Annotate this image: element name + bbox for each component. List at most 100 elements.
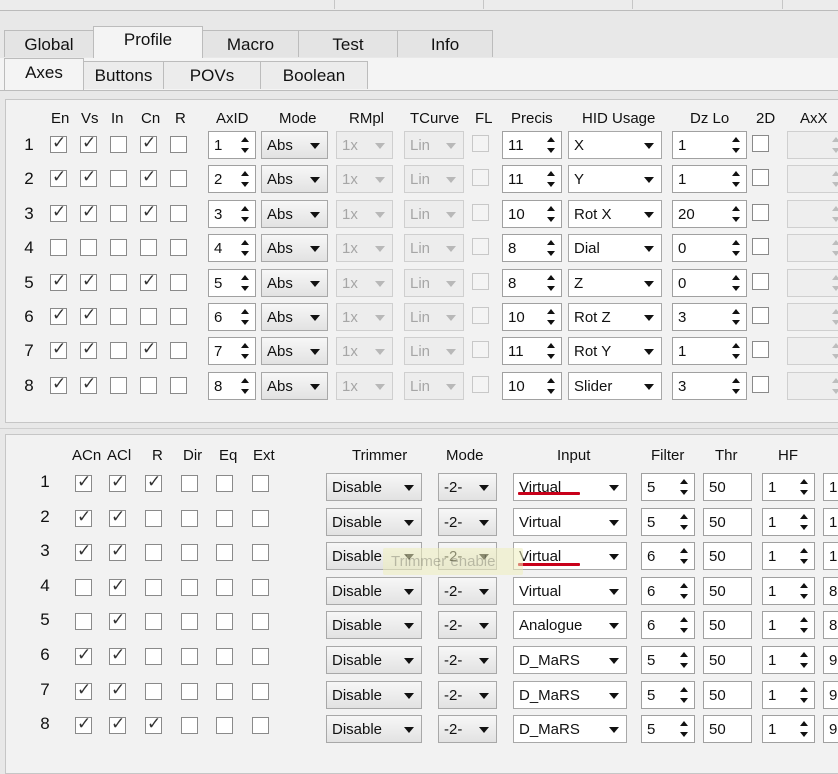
input-ext-checkbox[interactable] <box>252 648 269 665</box>
spinner-arrows-icon[interactable] <box>799 581 809 601</box>
axes-in-checkbox[interactable] <box>110 239 127 257</box>
next-column-field[interactable]: 9 <box>823 715 838 744</box>
spinner-arrows-icon[interactable] <box>831 135 838 155</box>
axes-en-checkbox[interactable] <box>50 374 67 394</box>
spinner-arrows-icon[interactable] <box>799 719 809 739</box>
input-acn-checkbox[interactable] <box>75 541 92 562</box>
axes-r-checkbox[interactable] <box>170 273 187 291</box>
hf-spinner[interactable]: 1 <box>762 680 815 709</box>
spinner-arrows-icon[interactable] <box>679 719 689 739</box>
fl-checkbox[interactable] <box>472 307 489 324</box>
tcurve-dropdown[interactable]: Lin <box>404 337 464 366</box>
input-eq-checkbox[interactable] <box>216 613 233 631</box>
input-dir-checkbox[interactable] <box>181 648 198 665</box>
twod-checkbox[interactable] <box>752 238 769 256</box>
spinner-arrows-icon[interactable] <box>731 341 741 361</box>
spinner-arrows-icon[interactable] <box>546 204 556 224</box>
spinner-arrows-icon[interactable] <box>240 238 250 258</box>
tab-profile[interactable]: Profile <box>93 26 203 58</box>
axes-vs-checkbox[interactable] <box>80 305 97 325</box>
tcurve-dropdown[interactable]: Lin <box>404 234 464 263</box>
axid-spinner[interactable]: 4 <box>208 234 256 263</box>
spinner-arrows-icon[interactable] <box>831 376 838 396</box>
hid-usage-dropdown[interactable]: Rot Y <box>568 337 662 366</box>
spinner-arrows-icon[interactable] <box>679 581 689 601</box>
spinner-arrows-icon[interactable] <box>240 307 250 327</box>
tab-macro[interactable]: Macro <box>202 30 299 57</box>
input-acl-checkbox[interactable] <box>109 541 126 562</box>
threshold-field[interactable]: 50 <box>703 576 752 605</box>
input-dir-checkbox[interactable] <box>181 475 198 492</box>
tab-info[interactable]: Info <box>397 30 493 57</box>
next-column-field[interactable]: 9 <box>823 680 838 709</box>
precis-spinner[interactable]: 10 <box>502 199 562 228</box>
rmpl-dropdown[interactable]: 1x <box>336 131 393 159</box>
axes-in-checkbox[interactable] <box>110 308 127 325</box>
fl-checkbox[interactable] <box>472 238 489 256</box>
spinner-arrows-icon[interactable] <box>831 169 838 189</box>
axx-spinner[interactable] <box>787 199 838 228</box>
spinner-arrows-icon[interactable] <box>731 169 741 189</box>
input-r-checkbox[interactable] <box>145 613 162 631</box>
tab-test[interactable]: Test <box>298 30 398 57</box>
trimmer-dropdown[interactable]: Disable <box>326 507 422 536</box>
spinner-arrows-icon[interactable] <box>546 341 556 361</box>
axes-vs-checkbox[interactable] <box>80 133 97 153</box>
input-ext-checkbox[interactable] <box>252 717 269 735</box>
axis-mode-dropdown[interactable]: Abs <box>261 337 328 366</box>
axes-cn-checkbox[interactable] <box>140 339 157 360</box>
axes-vs-checkbox[interactable] <box>80 271 97 291</box>
spinner-arrows-icon[interactable] <box>240 204 250 224</box>
fl-checkbox[interactable] <box>472 169 489 187</box>
threshold-field[interactable]: 50 <box>703 646 752 674</box>
input-eq-checkbox[interactable] <box>216 682 233 700</box>
next-column-field[interactable]: 1 <box>823 542 838 571</box>
spinner-arrows-icon[interactable] <box>546 169 556 189</box>
input-source-dropdown[interactable]: D_MaRS <box>513 680 627 709</box>
input-ext-checkbox[interactable] <box>252 509 269 527</box>
tcurve-dropdown[interactable]: Lin <box>404 303 464 331</box>
axes-in-checkbox[interactable] <box>110 273 127 291</box>
spinner-arrows-icon[interactable] <box>731 307 741 327</box>
subtab-buttons[interactable]: Buttons <box>83 61 164 89</box>
input-acn-checkbox[interactable] <box>75 507 92 527</box>
twod-checkbox[interactable] <box>752 169 769 187</box>
spinner-arrows-icon[interactable] <box>731 376 741 396</box>
axid-spinner[interactable]: 1 <box>208 131 256 159</box>
axes-vs-checkbox[interactable] <box>80 239 97 257</box>
axis-mode-dropdown[interactable]: Abs <box>261 371 328 400</box>
axes-r-checkbox[interactable] <box>170 308 187 325</box>
filter-spinner[interactable]: 6 <box>641 576 695 605</box>
input-eq-checkbox[interactable] <box>216 509 233 527</box>
spinner-arrows-icon[interactable] <box>240 169 250 189</box>
input-r-checkbox[interactable] <box>145 472 162 492</box>
spinner-arrows-icon[interactable] <box>546 273 556 293</box>
subtab-povs[interactable]: POVs <box>163 61 261 89</box>
hf-spinner[interactable]: 1 <box>762 646 815 674</box>
threshold-field[interactable]: 50 <box>703 473 752 501</box>
input-source-dropdown[interactable]: Virtual <box>513 576 627 605</box>
tcurve-dropdown[interactable]: Lin <box>404 371 464 400</box>
input-acl-checkbox[interactable] <box>109 645 126 665</box>
hid-usage-dropdown[interactable]: Slider <box>568 371 662 400</box>
axes-en-checkbox[interactable] <box>50 202 67 222</box>
fl-checkbox[interactable] <box>472 341 489 359</box>
input-acn-checkbox[interactable] <box>75 680 92 700</box>
hid-usage-dropdown[interactable]: X <box>568 131 662 159</box>
spinner-arrows-icon[interactable] <box>546 376 556 396</box>
hf-spinner[interactable]: 1 <box>762 542 815 571</box>
axes-cn-checkbox[interactable] <box>140 202 157 222</box>
hf-spinner[interactable]: 1 <box>762 473 815 501</box>
threshold-field[interactable]: 50 <box>703 715 752 744</box>
axx-spinner[interactable] <box>787 234 838 263</box>
hid-usage-dropdown[interactable]: Dial <box>568 234 662 263</box>
spinner-arrows-icon[interactable] <box>831 307 838 327</box>
dz-lo-spinner[interactable]: 3 <box>672 303 747 331</box>
rmpl-dropdown[interactable]: 1x <box>336 165 393 194</box>
spinner-arrows-icon[interactable] <box>240 135 250 155</box>
input-acn-checkbox[interactable] <box>75 645 92 665</box>
spinner-arrows-icon[interactable] <box>731 238 741 258</box>
hf-spinner[interactable]: 1 <box>762 507 815 536</box>
filter-spinner[interactable]: 5 <box>641 715 695 744</box>
spinner-arrows-icon[interactable] <box>546 238 556 258</box>
